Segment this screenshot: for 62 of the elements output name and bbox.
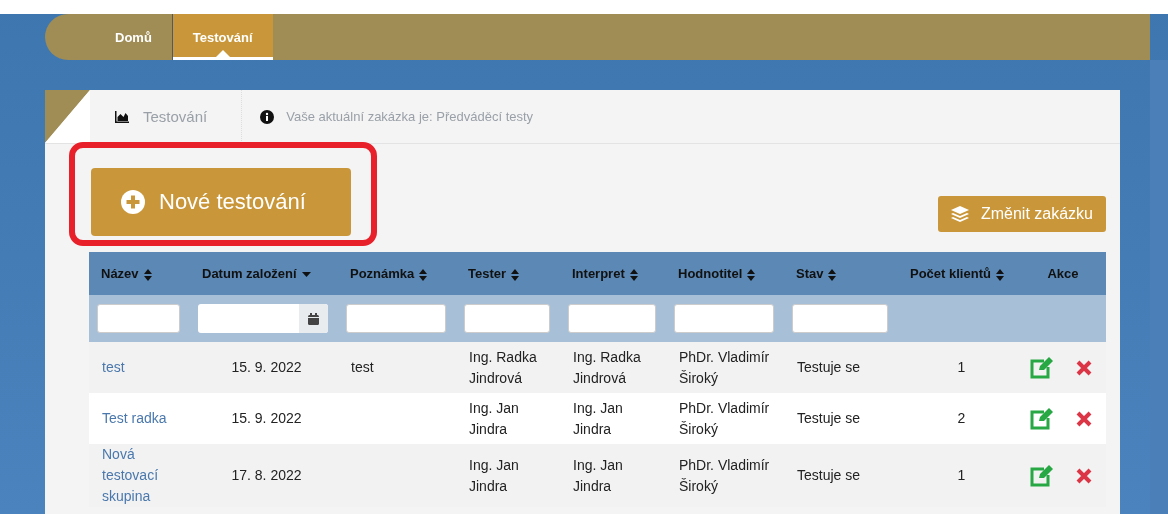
column-header[interactable]: Název: [89, 252, 190, 295]
delete-icon[interactable]: [1075, 359, 1092, 376]
info-icon: [260, 109, 275, 124]
nav-tab[interactable]: Domů: [95, 14, 173, 60]
date-filter-field[interactable]: [198, 304, 328, 333]
filter-field[interactable]: [346, 304, 446, 333]
sort-icon: [828, 268, 837, 281]
sort-icon: [419, 268, 428, 281]
edit-icon[interactable]: [1030, 407, 1054, 430]
column-header[interactable]: Poznámka: [338, 252, 456, 295]
notice-text: Vaše aktuální zakázka je: Předváděcí testy: [286, 109, 534, 124]
count-cell: 1: [957, 467, 966, 483]
evaluator-cell: PhDr. Vladimír Široký: [679, 399, 770, 437]
column-header[interactable]: Počet klientů: [898, 252, 1020, 295]
filter-field[interactable]: [464, 304, 550, 333]
layers-icon: [950, 206, 969, 222]
calendar-icon: [308, 312, 319, 325]
tester-cell: Ing. Jan Jindra: [469, 399, 519, 437]
interpret-cell: Ing. Jan Jindra: [573, 456, 623, 494]
filter-field[interactable]: [792, 304, 888, 333]
test-name-link[interactable]: Nová testovací skupina: [102, 444, 182, 507]
interpret-cell: Ing. Jan Jindra: [573, 399, 623, 437]
evaluator-cell: PhDr. Vladimír Široký: [679, 456, 770, 494]
evaluator-cell: PhDr. Vladimír Široký: [679, 348, 770, 386]
plus-circle-icon: [121, 190, 145, 214]
test-name-link[interactable]: test: [102, 357, 182, 378]
state-cell: Testuje se: [797, 410, 861, 426]
sort-icon: [747, 268, 756, 281]
edit-icon[interactable]: [1030, 356, 1054, 379]
nav-tab[interactable]: Testování: [172, 14, 273, 60]
change-order-button[interactable]: Změnit zakázku: [937, 196, 1106, 232]
count-cell: 1: [957, 359, 966, 375]
filter-field[interactable]: [568, 304, 656, 333]
interpret-cell: Ing. Radka Jindrová: [573, 348, 641, 386]
tester-cell: Ing. Jan Jindra: [469, 456, 519, 494]
sort-icon: [511, 268, 520, 281]
sort-icon: [629, 268, 638, 281]
column-header[interactable]: Tester: [456, 252, 560, 295]
column-header: Akce: [1020, 252, 1106, 295]
sort-icon: [143, 268, 152, 281]
column-header[interactable]: Hodnotitel: [666, 252, 784, 295]
breadcrumb-text: Testování: [143, 108, 208, 125]
new-testing-button[interactable]: Nové testování: [91, 168, 351, 236]
column-header[interactable]: Datum založení: [190, 252, 338, 295]
area-chart-icon: [115, 110, 129, 123]
column-header[interactable]: Interpret: [560, 252, 666, 295]
delete-icon[interactable]: [1075, 410, 1092, 427]
sort-icon: [995, 268, 1004, 281]
filter-field[interactable]: [674, 304, 774, 333]
count-cell: 2: [957, 410, 966, 426]
date-cell: 17. 8. 2022: [231, 467, 302, 483]
edit-icon[interactable]: [1030, 464, 1054, 487]
date-cell: 15. 9. 2022: [231, 410, 302, 426]
state-cell: Testuje se: [797, 359, 861, 375]
filter-field[interactable]: [97, 304, 180, 333]
delete-icon[interactable]: [1075, 467, 1092, 484]
date-cell: 15. 9. 2022: [231, 359, 302, 375]
column-header[interactable]: Stav: [784, 252, 898, 295]
note-cell: test: [351, 359, 374, 375]
tester-cell: Ing. Radka Jindrová: [469, 348, 537, 386]
caret-down-icon: [301, 271, 311, 278]
state-cell: Testuje se: [797, 467, 861, 483]
